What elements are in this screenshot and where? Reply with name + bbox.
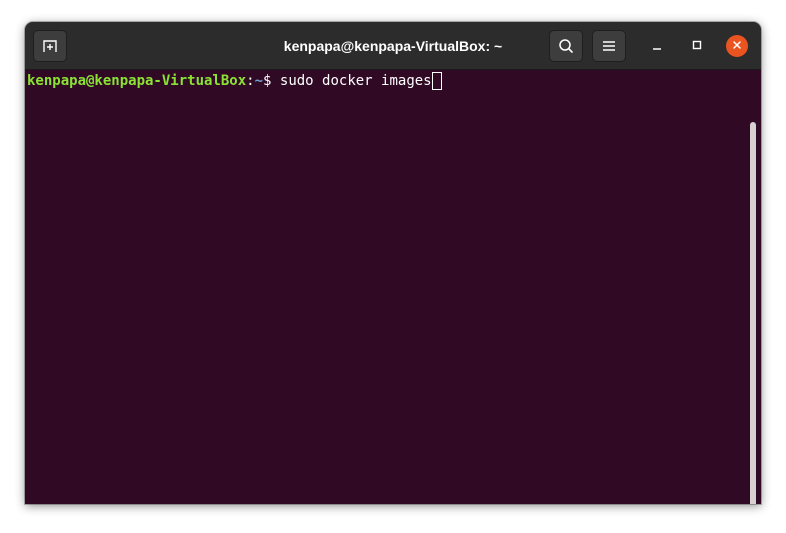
close-button[interactable] bbox=[726, 35, 748, 57]
minimize-button[interactable] bbox=[646, 35, 668, 57]
window-title: kenpapa@kenpapa-VirtualBox: ~ bbox=[283, 38, 503, 54]
search-icon bbox=[558, 38, 574, 54]
new-tab-button[interactable] bbox=[33, 30, 67, 62]
terminal-area[interactable]: kenpapa@kenpapa-VirtualBox:~$ sudo docke… bbox=[25, 70, 761, 504]
new-tab-icon bbox=[42, 38, 58, 54]
hamburger-menu-icon bbox=[602, 40, 616, 52]
command-line: kenpapa@kenpapa-VirtualBox:~$ sudo docke… bbox=[27, 72, 442, 90]
text-cursor bbox=[431, 72, 442, 90]
maximize-icon bbox=[692, 37, 702, 55]
maximize-button[interactable] bbox=[686, 35, 708, 57]
prompt-user: kenpapa@kenpapa-VirtualBox bbox=[27, 73, 247, 89]
minimize-icon bbox=[652, 37, 662, 55]
prompt-symbol: $ bbox=[263, 73, 280, 89]
command-text: sudo docker images bbox=[279, 73, 432, 89]
title-bar[interactable]: kenpapa@kenpapa-VirtualBox: ~ bbox=[25, 22, 761, 70]
search-button[interactable] bbox=[549, 30, 583, 62]
terminal-window: kenpapa@kenpapa-VirtualBox: ~ kenpapa@ke… bbox=[25, 22, 761, 504]
close-icon bbox=[732, 37, 742, 55]
scrollbar[interactable] bbox=[750, 122, 756, 504]
prompt-path: ~ bbox=[254, 73, 264, 89]
menu-button[interactable] bbox=[592, 30, 626, 62]
prompt-colon: : bbox=[246, 73, 255, 89]
